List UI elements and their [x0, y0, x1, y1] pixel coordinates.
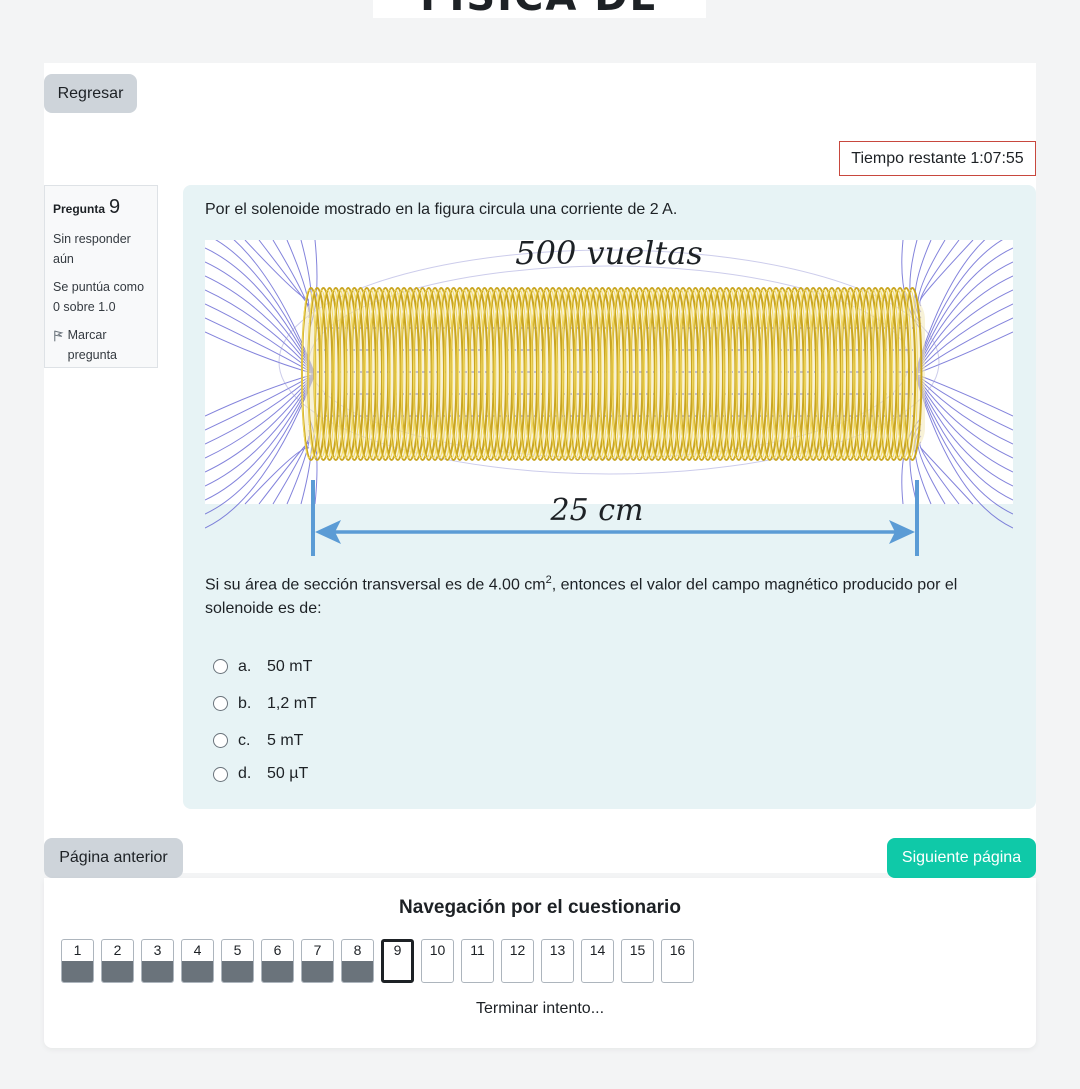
quiz-nav-button-14[interactable]: 14: [581, 939, 614, 983]
quiz-nav-button-1[interactable]: 1: [61, 939, 94, 983]
quiz-nav-number: 7: [313, 942, 322, 958]
quiz-nav-number: 10: [429, 942, 446, 958]
answer-letter: d.: [238, 765, 252, 782]
radio-c[interactable]: [213, 733, 228, 748]
quiz-nav-button-16[interactable]: 16: [661, 939, 694, 983]
next-page-button[interactable]: Siguiente página: [887, 838, 1036, 878]
quiz-nav-number: 3: [153, 942, 162, 958]
quiz-nav-number: 8: [353, 942, 362, 958]
quiz-nav-button-12[interactable]: 12: [501, 939, 534, 983]
question-state: Sin responder aún: [53, 232, 131, 266]
answer-text: 1,2 mT: [267, 694, 317, 712]
length-label: 25 cm: [550, 493, 644, 528]
finish-attempt-link[interactable]: Terminar intento...: [44, 1000, 1036, 1018]
answered-indicator: [222, 961, 253, 982]
answered-indicator: [302, 961, 333, 982]
question-label: Pregunta: [53, 202, 106, 216]
quiz-nav-number: 9: [393, 942, 402, 958]
timer-label: Tiempo restante: [851, 149, 967, 167]
course-title: FÍSICA DE CAMPOS: [373, 0, 706, 18]
quiz-navigation: Navegación por el cuestionario 123456789…: [44, 878, 1036, 1048]
question-info: Pregunta 9 Sin responder aún Se puntúa c…: [44, 185, 158, 368]
flag-icon: [54, 330, 64, 342]
quiz-nav-number: 4: [193, 942, 202, 958]
quiz-nav-number: 16: [669, 942, 686, 958]
answered-indicator: [262, 961, 293, 982]
answered-indicator: [342, 961, 373, 982]
quiz-nav-number: 2: [113, 942, 122, 958]
quiz-nav-button-5[interactable]: 5: [221, 939, 254, 983]
radio-d[interactable]: [213, 766, 228, 782]
question-text: Si su área de sección transversal es de …: [205, 568, 1005, 621]
answered-indicator: [62, 961, 93, 982]
quiz-nav-number: 11: [470, 942, 485, 958]
quiz-nav-button-2[interactable]: 2: [101, 939, 134, 983]
answer-text: 50 µT: [267, 765, 309, 782]
question-number-value: 9: [109, 196, 121, 218]
back-button[interactable]: Regresar: [44, 74, 137, 113]
quiz-nav-button-7[interactable]: 7: [301, 939, 334, 983]
question-number: Pregunta 9: [53, 196, 149, 219]
answer-letter: b.: [238, 694, 252, 712]
question-content: Por el solenoide mostrado en la figura c…: [183, 185, 1036, 809]
answer-options: a. 50 mT b. 1,2 mT c. 5 mT d. 50 µT: [213, 648, 317, 789]
quiz-nav-number: 14: [589, 942, 606, 958]
quiz-navigation-buttons: 1 2 3 4 5 6 7 8 9 10 11 12 13 14 15 16: [61, 939, 694, 983]
quiz-nav-button-6[interactable]: 6: [261, 939, 294, 983]
timer-value: 1:07:55: [970, 149, 1024, 167]
radio-a[interactable]: [213, 659, 228, 674]
quiz-nav-button-11[interactable]: 11: [461, 939, 494, 983]
quiz-nav-button-8[interactable]: 8: [341, 939, 374, 983]
answered-indicator: [102, 961, 133, 982]
quiz-navigation-title: Navegación por el cuestionario: [399, 897, 681, 918]
answer-letter: c.: [238, 731, 251, 749]
answer-text: 5 mT: [267, 731, 304, 749]
question-grade: Se puntúa como 0 sobre 1.0: [53, 280, 145, 314]
answer-option-b[interactable]: b. 1,2 mT: [213, 685, 317, 722]
question-text-main: Si su área de sección transversal es de …: [205, 576, 546, 594]
answered-indicator: [182, 961, 213, 982]
quiz-nav-button-15[interactable]: 15: [621, 939, 654, 983]
quiz-nav-button-9[interactable]: 9: [381, 939, 414, 983]
question-intro: Por el solenoide mostrado en la figura c…: [205, 201, 678, 218]
answer-letter: a.: [238, 657, 252, 675]
quiz-nav-button-3[interactable]: 3: [141, 939, 174, 983]
turns-label: 500 vueltas: [515, 240, 702, 272]
quiz-nav-button-4[interactable]: 4: [181, 939, 214, 983]
answer-text: 50 mT: [267, 657, 313, 675]
quiz-nav-number: 6: [273, 942, 282, 958]
quiz-nav-number: 1: [73, 942, 82, 958]
quiz-nav-number: 12: [509, 942, 526, 958]
quiz-nav-number: 15: [629, 942, 646, 958]
answer-option-c[interactable]: c. 5 mT: [213, 722, 317, 759]
quiz-nav-button-13[interactable]: 13: [541, 939, 574, 983]
flag-question-link[interactable]: Marcar pregunta: [53, 325, 149, 365]
timer: Tiempo restante 1:07:55: [839, 141, 1036, 176]
previous-page-button[interactable]: Página anterior: [44, 838, 183, 878]
quiz-nav-number: 5: [233, 942, 242, 958]
answer-option-d[interactable]: d. 50 µT: [213, 759, 317, 789]
quiz-nav-button-10[interactable]: 10: [421, 939, 454, 983]
answer-option-a[interactable]: a. 50 mT: [213, 648, 317, 685]
answered-indicator: [142, 961, 173, 982]
quiz-nav-number: 13: [549, 942, 566, 958]
page-header-title: FÍSICA DE CAMPOS: [373, 0, 706, 18]
solenoid-figure: 500 vueltas 25 cm: [205, 240, 1013, 556]
radio-b[interactable]: [213, 696, 228, 711]
flag-question-label: Marcar pregunta: [67, 328, 117, 362]
